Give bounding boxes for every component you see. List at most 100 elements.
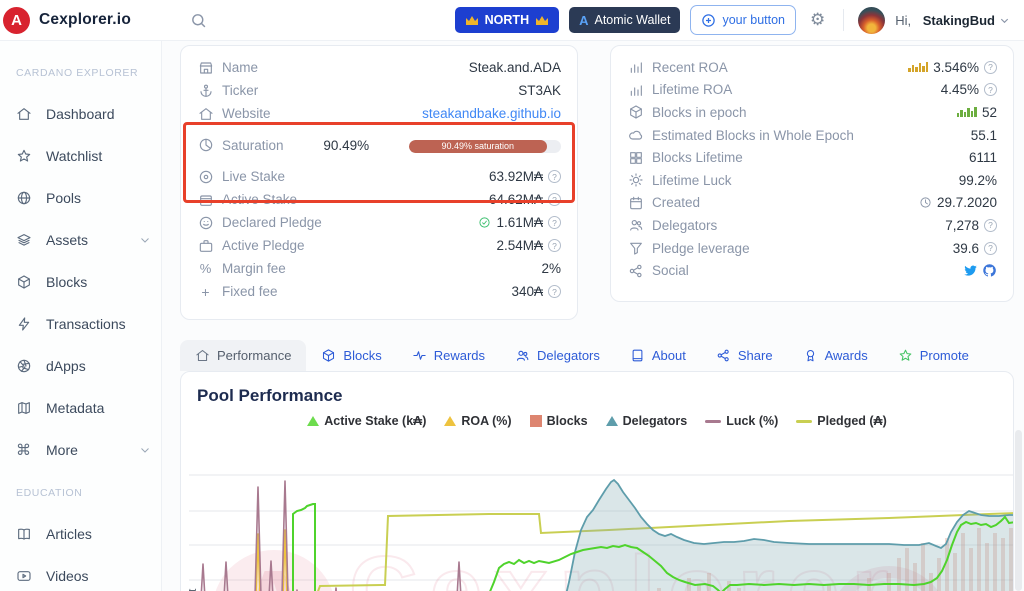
user-avatar[interactable]: [858, 7, 885, 34]
tab-delegators[interactable]: Delegators: [500, 340, 615, 371]
row-value: 2.54M₳?: [496, 238, 561, 253]
legend-delegators[interactable]: Delegators: [606, 414, 688, 428]
performance-chart[interactable]: ₳CexplorerAmount: [189, 472, 1014, 591]
grid-icon: [627, 150, 644, 166]
plus-icon: +: [197, 284, 214, 300]
row-value: 4.45%?: [941, 82, 997, 97]
help-icon[interactable]: ?: [548, 216, 561, 229]
map-icon: [14, 400, 33, 416]
tab-promote[interactable]: Promote: [883, 340, 984, 371]
row-label: Margin fee: [222, 261, 286, 276]
bar-chart-icon: [627, 82, 644, 98]
sun-icon: [627, 172, 644, 188]
pool-tabs: PerformanceBlocksRewardsDelegatorsAboutS…: [180, 337, 984, 371]
tab-awards[interactable]: Awards: [788, 340, 883, 371]
share-icon: [627, 263, 644, 279]
user-menu[interactable]: Hi, StakingBud: [895, 13, 1010, 28]
users-icon: [627, 217, 644, 233]
legend-roa[interactable]: ROA (%): [444, 414, 511, 428]
row-fixed-fee: +Fixed fee340₳?: [197, 280, 561, 303]
help-icon[interactable]: ?: [548, 193, 561, 206]
help-icon[interactable]: ?: [548, 285, 561, 298]
row-label: Declared Pledge: [222, 215, 322, 230]
sidebar-item-dashboard[interactable]: Dashboard: [14, 93, 161, 135]
aperture-icon: [14, 358, 33, 374]
legend-active[interactable]: Active Stake (k₳): [307, 414, 426, 428]
username: StakingBud: [923, 13, 995, 28]
tab-share[interactable]: Share: [701, 340, 788, 371]
row-margin-fee: %Margin fee2%: [197, 257, 561, 280]
sidebar-item-articles[interactable]: Articles: [14, 513, 161, 555]
your-button[interactable]: your button: [690, 5, 796, 35]
help-icon[interactable]: ?: [984, 219, 997, 232]
logo[interactable]: A Cexplorer.io: [0, 7, 162, 34]
legend-marker: [444, 416, 456, 426]
chevron-down-icon: [139, 444, 151, 456]
row-lifetime-luck: Lifetime Luck99.2%: [627, 169, 997, 192]
sidebar-item-metadata[interactable]: Metadata: [14, 387, 161, 429]
tab-blocks[interactable]: Blocks: [306, 340, 396, 371]
search-icon[interactable]: [190, 12, 207, 29]
gold-sparkline-icon: [908, 62, 928, 72]
settings-gear-icon[interactable]: ⚙: [806, 10, 829, 30]
legend-marker: [606, 416, 618, 426]
chart-card: Pool Performance Active Stake (k₳)ROA (%…: [180, 371, 1014, 591]
sidebar-item-transactions[interactable]: Transactions: [14, 303, 161, 345]
atomic-wallet-button[interactable]: A Atomic Wallet: [569, 7, 680, 33]
pool-stats-card: Recent ROA3.546%?Lifetime ROA4.45%?Block…: [610, 45, 1014, 302]
row-label: Live Stake: [222, 169, 285, 184]
twitter-icon[interactable]: [963, 263, 978, 278]
sidebar-item-assets[interactable]: Assets: [14, 219, 161, 261]
tab-performance[interactable]: Performance: [180, 340, 306, 371]
row-value: 7,278?: [945, 218, 997, 233]
row-website: Websitesteakandbake.github.io: [197, 102, 561, 125]
help-icon[interactable]: ?: [984, 83, 997, 96]
row-value[interactable]: steakandbake.github.io: [422, 106, 561, 121]
row-pledge-leverage: Pledge leverage39.6?: [627, 237, 997, 260]
sidebar-item-blocks[interactable]: Blocks: [14, 261, 161, 303]
help-icon[interactable]: ?: [984, 61, 997, 74]
sidebar-item-watchlist[interactable]: Watchlist: [14, 135, 161, 177]
crown-icon: [535, 15, 549, 26]
row-value: Steak.and.ADA: [469, 60, 561, 75]
row-active-stake: Active Stake64.62M₳?: [197, 188, 561, 211]
briefcase-icon: [197, 238, 214, 254]
header-divider: [843, 9, 844, 31]
percent-icon: %: [197, 261, 214, 276]
cube-icon: [321, 348, 336, 363]
row-social: Social: [627, 259, 997, 282]
github-icon[interactable]: [982, 263, 997, 278]
home-icon: [195, 348, 210, 363]
sidebar-item-pools[interactable]: Pools: [14, 177, 161, 219]
help-icon[interactable]: ?: [984, 242, 997, 255]
award-icon: [803, 348, 818, 363]
command-icon: ⌘: [14, 441, 33, 459]
cube-icon: [627, 104, 644, 120]
sidebar-item-dapps[interactable]: dApps: [14, 345, 161, 387]
help-icon[interactable]: ?: [548, 239, 561, 252]
help-icon[interactable]: ?: [548, 170, 561, 183]
atomic-logo-icon: A: [579, 13, 588, 28]
legend-luck[interactable]: Luck (%): [705, 414, 778, 428]
legend-marker: [796, 420, 812, 423]
row-value: 63.92M₳?: [489, 169, 561, 184]
sidebar-item-more[interactable]: ⌘More: [14, 429, 161, 471]
legend-blocks[interactable]: Blocks: [530, 414, 588, 428]
share-icon: [716, 348, 731, 363]
cloud-icon: [627, 127, 644, 143]
row-label: Social: [652, 263, 689, 278]
legend-pledged[interactable]: Pledged (₳): [796, 414, 886, 428]
row-value: 64.62M₳?: [489, 192, 561, 207]
tab-about[interactable]: About: [615, 340, 701, 371]
star-icon: [898, 348, 913, 363]
row-blocks-in-epoch: Blocks in epoch52: [627, 101, 997, 124]
sidebar-section-explorer: CARDANO EXPLORER: [16, 67, 161, 79]
cexplorer-pool-page: A Cexplorer.io NORTH A Atomic Wallet you…: [0, 0, 1024, 591]
saturation-bar: 90.49% saturation: [409, 140, 561, 153]
tab-rewards[interactable]: Rewards: [397, 340, 500, 371]
row-label: Created: [652, 195, 700, 210]
north-button[interactable]: NORTH: [455, 7, 559, 33]
row-recent-roa: Recent ROA3.546%?: [627, 56, 997, 79]
sidebar-item-videos[interactable]: Videos: [14, 555, 161, 591]
page-scrollbar[interactable]: [1015, 430, 1022, 591]
